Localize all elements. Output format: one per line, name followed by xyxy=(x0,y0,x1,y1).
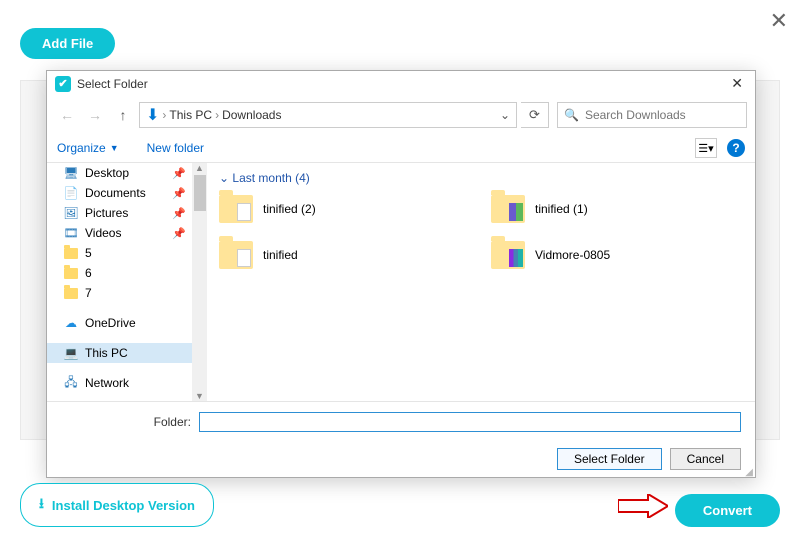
view-options-button[interactable]: ☰▾ xyxy=(695,138,717,158)
sidebar-item-label: 6 xyxy=(85,266,92,280)
network-icon: 🖧 xyxy=(63,376,79,390)
dialog-title: Select Folder xyxy=(77,77,148,91)
folder-icon xyxy=(219,195,253,223)
sidebar-item-5[interactable]: 5 xyxy=(47,243,192,263)
search-icon: 🔍 xyxy=(564,108,579,122)
desktop-icon: 🖥 xyxy=(63,166,79,180)
chevron-down-icon: ⌄ xyxy=(219,171,229,185)
folder-icon xyxy=(491,195,525,223)
scroll-thumb[interactable] xyxy=(194,175,206,211)
sidebar-item-network[interactable]: 🖧 Network xyxy=(47,373,192,393)
dialog-titlebar: ✔ Select Folder ✕ xyxy=(47,71,755,96)
sidebar-item-6[interactable]: 6 xyxy=(47,263,192,283)
folder-item[interactable]: tinified (1) xyxy=(491,195,743,223)
nav-up-icon[interactable]: ↑ xyxy=(111,103,135,127)
scroll-up-icon[interactable]: ▲ xyxy=(195,163,204,173)
breadcrumb[interactable]: ⬇ › This PC › Downloads ⌄ xyxy=(139,102,517,128)
search-input[interactable] xyxy=(585,108,740,122)
folder-icon xyxy=(63,246,79,260)
content-pane: ⌄ Last month (4) tinified (2) tinified (1… xyxy=(207,163,755,401)
scroll-down-icon[interactable]: ▼ xyxy=(195,391,204,401)
search-box[interactable]: 🔍 xyxy=(557,102,747,128)
organize-dropdown-icon[interactable]: ▼ xyxy=(110,143,119,153)
docs-icon: 📄 xyxy=(63,186,79,200)
group-header[interactable]: ⌄ Last month (4) xyxy=(219,171,743,185)
sidebar-item-documents[interactable]: 📄 Documents 📌 xyxy=(47,183,192,203)
arrow-annotation xyxy=(618,494,668,523)
downloads-folder-icon: ⬇ xyxy=(146,103,159,127)
sidebar-item-label: Desktop xyxy=(85,166,129,180)
resize-grip-icon[interactable]: ◢ xyxy=(745,467,753,478)
sidebar-scrollbar[interactable]: ▲ ▼ xyxy=(192,163,207,401)
sidebar-item-onedrive[interactable]: ☁ OneDrive xyxy=(47,313,192,333)
sidebar-item-pictures[interactable]: 🖼 Pictures 📌 xyxy=(47,203,192,223)
folder-icon xyxy=(219,241,253,269)
pin-icon: 📌 xyxy=(172,207,186,220)
breadcrumb-dropdown-icon[interactable]: ⌄ xyxy=(500,108,510,122)
folder-name: tinified xyxy=(263,248,298,262)
folder-icon xyxy=(63,266,79,280)
pin-icon: 📌 xyxy=(172,167,186,180)
cancel-button[interactable]: Cancel xyxy=(670,448,741,470)
breadcrumb-sep: › xyxy=(162,108,166,122)
folder-icon xyxy=(491,241,525,269)
convert-button[interactable]: Convert xyxy=(675,494,780,527)
add-file-button[interactable]: Add File xyxy=(20,28,115,59)
sidebar-item-7[interactable]: 7 xyxy=(47,283,192,303)
sidebar-item-label: 5 xyxy=(85,246,92,260)
sidebar-item-label: Documents xyxy=(85,186,146,200)
breadcrumb-sep: › xyxy=(215,108,219,122)
sidebar-item-videos[interactable]: 🎞 Videos 📌 xyxy=(47,223,192,243)
nav-row: ← → ↑ ⬇ › This PC › Downloads ⌄ ⟳ 🔍 xyxy=(47,96,755,134)
sidebar-item-desktop[interactable]: 🖥 Desktop 📌 xyxy=(47,163,192,183)
sidebar-item-label: 7 xyxy=(85,286,92,300)
pin-icon: 📌 xyxy=(172,227,186,240)
sidebar-item-label: Videos xyxy=(85,226,121,240)
folder-item[interactable]: tinified (2) xyxy=(219,195,471,223)
sidebar-item-this-pc[interactable]: 💻 This PC xyxy=(47,343,192,363)
folder-icon xyxy=(63,286,79,300)
sidebar-item-label: Network xyxy=(85,376,129,390)
install-label: Install Desktop Version xyxy=(52,498,195,513)
breadcrumb-root[interactable]: This PC xyxy=(169,108,212,122)
sidebar: ▲ ▼ 🖥 Desktop 📌 📄 Documents 📌 🖼 Pictures 📌 🎞 Video… xyxy=(47,163,207,401)
select-folder-button[interactable]: Select Folder xyxy=(557,448,662,470)
nav-back-icon[interactable]: ← xyxy=(55,103,79,127)
dialog-bottom: Folder: Select Folder Cancel ◢ xyxy=(47,401,755,480)
close-icon[interactable]: ✕ xyxy=(770,8,788,34)
sidebar-item-label: Pictures xyxy=(85,206,128,220)
nav-forward-icon[interactable]: → xyxy=(83,103,107,127)
install-desktop-button[interactable]: ⭳ Install Desktop Version xyxy=(20,483,214,527)
folder-item[interactable]: tinified xyxy=(219,241,471,269)
app-logo-icon: ✔ xyxy=(55,76,71,92)
folder-name: tinified (2) xyxy=(263,202,316,216)
download-icon: ⭳ xyxy=(39,493,44,517)
toolbar: Organize ▼ New folder ☰▾ ? xyxy=(47,134,755,163)
dialog-close-icon[interactable]: ✕ xyxy=(727,75,747,92)
onedrive-icon: ☁ xyxy=(63,316,79,330)
new-folder-button[interactable]: New folder xyxy=(147,141,204,155)
pics-icon: 🖼 xyxy=(63,206,79,220)
vids-icon: 🎞 xyxy=(63,226,79,240)
select-folder-dialog: ✔ Select Folder ✕ ← → ↑ ⬇ › This PC › Do… xyxy=(46,70,756,478)
sidebar-item-label: OneDrive xyxy=(85,316,136,330)
organize-button[interactable]: Organize xyxy=(57,141,106,155)
help-icon[interactable]: ? xyxy=(727,139,745,157)
folder-label: Folder: xyxy=(61,415,191,429)
folder-name: tinified (1) xyxy=(535,202,588,216)
pin-icon: 📌 xyxy=(172,187,186,200)
sidebar-item-label: This PC xyxy=(85,346,128,360)
group-label: Last month (4) xyxy=(232,171,309,185)
folder-item[interactable]: Vidmore-0805 xyxy=(491,241,743,269)
refresh-icon[interactable]: ⟳ xyxy=(521,102,549,128)
folder-name: Vidmore-0805 xyxy=(535,248,610,262)
pc-icon: 💻 xyxy=(63,346,79,360)
breadcrumb-current[interactable]: Downloads xyxy=(222,108,281,122)
dialog-body: ▲ ▼ 🖥 Desktop 📌 📄 Documents 📌 🖼 Pictures 📌 🎞 Video… xyxy=(47,163,755,401)
folder-input[interactable] xyxy=(199,412,741,432)
